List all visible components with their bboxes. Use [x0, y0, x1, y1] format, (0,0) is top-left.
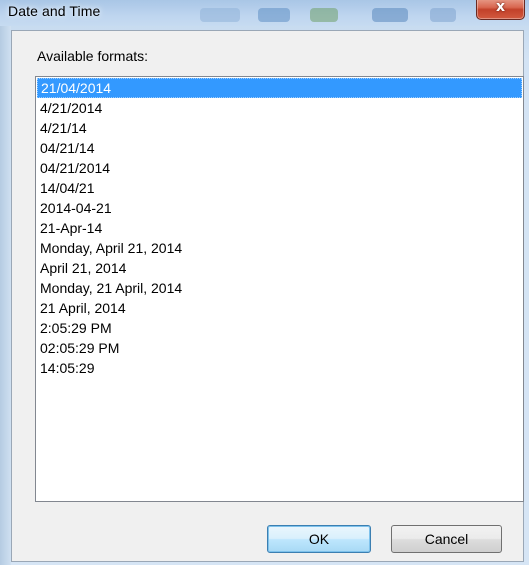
cancel-button[interactable]: Cancel — [391, 525, 502, 553]
date-and-time-dialog: Date and Time x Available formats: 21/04… — [0, 0, 529, 565]
format-list-item[interactable]: 04/21/14 — [36, 138, 523, 158]
format-list-item[interactable]: 14:05:29 — [36, 358, 523, 378]
ok-button[interactable]: OK — [267, 525, 371, 553]
format-list-item[interactable]: 4/21/2014 — [36, 98, 523, 118]
format-list-item[interactable]: 21-Apr-14 — [36, 218, 523, 238]
available-formats-listbox[interactable]: 21/04/2014 4/21/2014 4/21/14 04/21/14 04/21/… — [35, 76, 524, 502]
format-list-item[interactable]: 4/21/14 — [36, 118, 523, 138]
close-icon: x — [495, 0, 506, 15]
aero-blur — [200, 8, 240, 22]
format-list-item[interactable]: April 21, 2014 — [36, 258, 523, 278]
title-bar[interactable]: Date and Time x — [0, 0, 529, 26]
available-formats-label: Available formats: — [37, 48, 149, 64]
close-button[interactable]: x — [476, 0, 525, 20]
format-list-item[interactable]: 04/21/2014 — [36, 158, 523, 178]
dialog-client-area: Available formats: 21/04/2014 4/21/2014 4/… — [11, 30, 524, 562]
format-list-item[interactable]: Monday, 21 April, 2014 — [36, 278, 523, 298]
format-list-item[interactable]: 02:05:29 PM — [36, 338, 523, 358]
format-list-item[interactable]: 21/04/2014 — [37, 78, 522, 98]
aero-blur — [258, 8, 290, 22]
format-list-item[interactable]: 2014-04-21 — [36, 198, 523, 218]
format-list-item[interactable]: 21 April, 2014 — [36, 298, 523, 318]
aero-blur — [310, 8, 338, 22]
window-frame-left — [0, 26, 11, 565]
window-title: Date and Time — [8, 3, 101, 19]
format-list-item[interactable]: 14/04/21 — [36, 178, 523, 198]
aero-blur — [372, 8, 408, 22]
aero-blur — [430, 8, 456, 22]
format-list-item[interactable]: Monday, April 21, 2014 — [36, 238, 523, 258]
format-list-item[interactable]: 2:05:29 PM — [36, 318, 523, 338]
